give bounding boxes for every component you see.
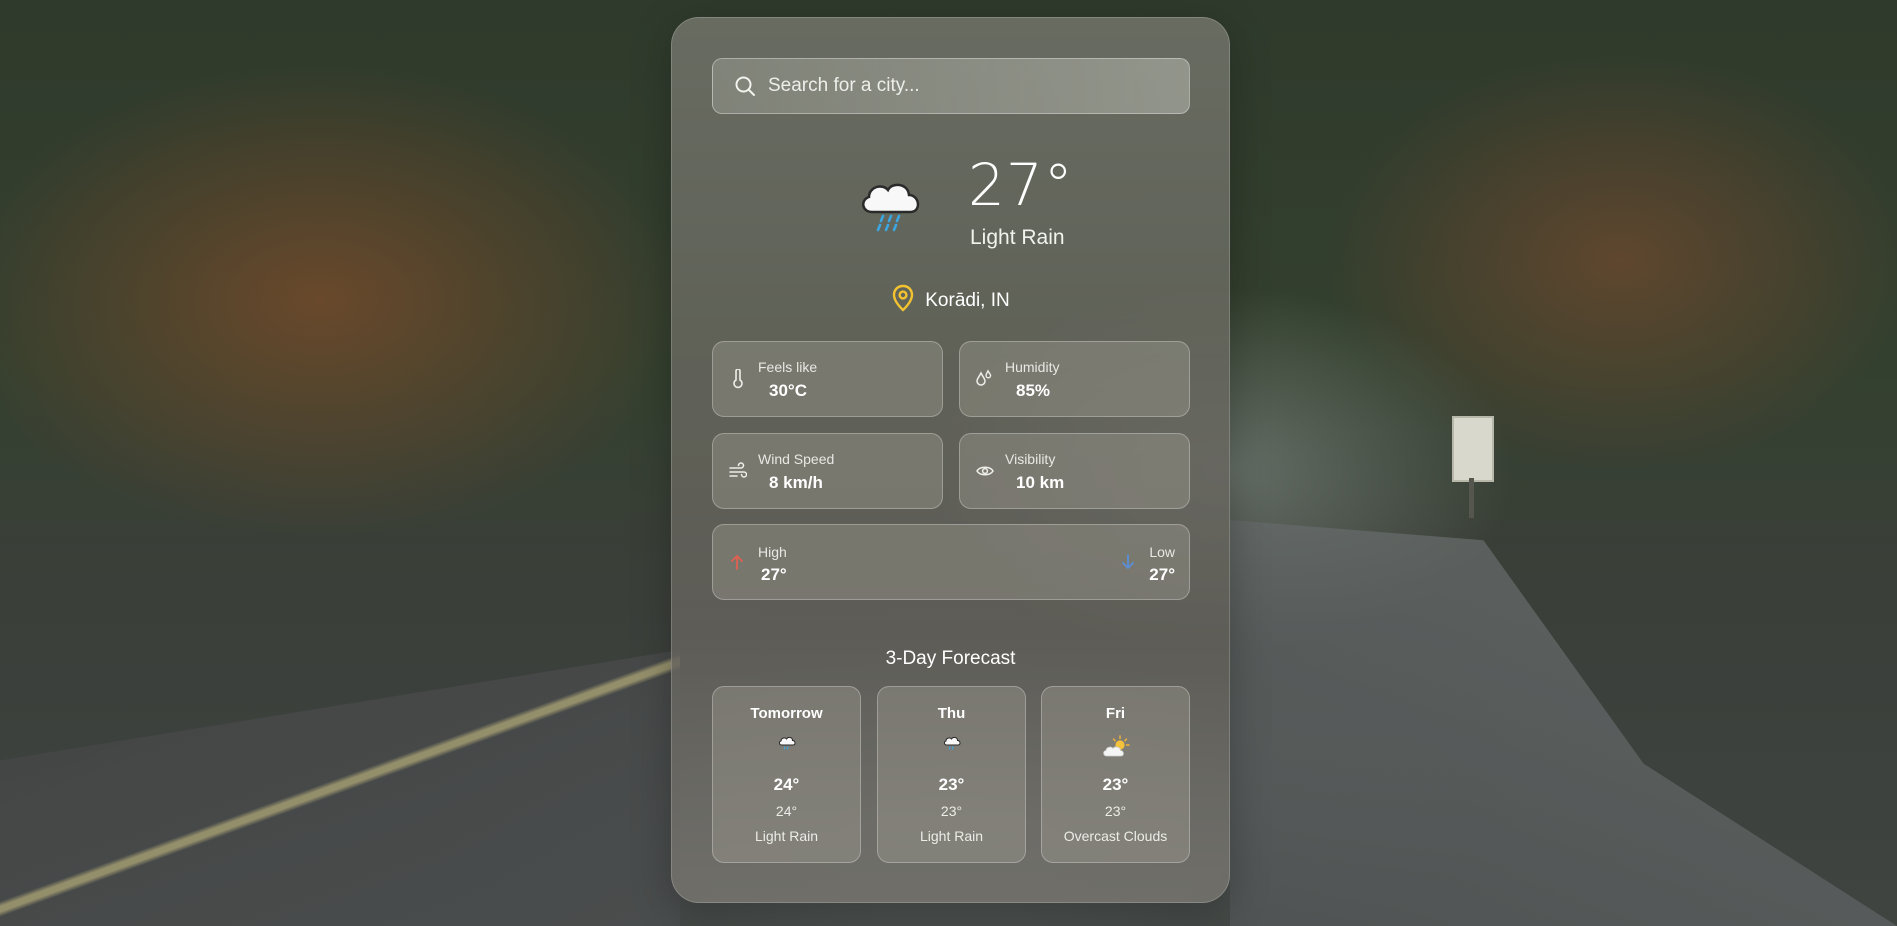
wind-speed-label: Wind Speed [758,451,835,467]
eye-icon [976,461,994,481]
search-input[interactable] [756,58,1189,114]
forecast-description: Overcast Clouds [1063,828,1168,844]
arrow-down-icon [1120,553,1136,571]
forecast-low: 24° [775,803,798,819]
search-icon [734,75,756,97]
background-sign [1452,416,1494,482]
visibility-tile: Visibility 10 km [959,433,1190,509]
location: Korādi, IN [672,284,1229,318]
sun-cloud-icon [1042,735,1189,757]
forecast-description: Light Rain [919,828,984,844]
location-pin-icon [891,284,915,318]
high-low-tile: High 27° Low 27° [712,524,1190,600]
humidity-value: 85% [1016,381,1051,400]
forecast-low: 23° [1104,803,1127,819]
droplets-icon [976,369,994,389]
wind-icon [729,461,748,481]
forecast-high: 23° [938,775,965,794]
wind-speed-tile: Wind Speed 8 km/h [712,433,943,509]
wind-speed-value: 8 km/h [769,473,823,492]
visibility-value: 10 km [1016,473,1065,492]
rain-cloud-icon [856,178,926,238]
location-name: Korādi, IN [925,290,1010,311]
forecast-day-name: Fri [1105,705,1126,722]
rain-cloud-icon [713,735,860,757]
thermometer-icon [729,368,747,389]
high-label: High [758,544,787,560]
rain-cloud-icon [878,735,1025,757]
forecast-day-card: Fri 23° 23° Overcast Clouds [1041,686,1190,863]
forecast-high: 24° [773,775,800,794]
forecast-description: Light Rain [754,828,819,844]
search-bar[interactable] [712,58,1190,114]
feels-like-tile: Feels like 30°C [712,341,943,417]
forecast-low: 23° [940,803,963,819]
forecast-high: 23° [1102,775,1129,794]
low-label: Low [1149,544,1175,560]
feels-like-label: Feels like [758,359,818,375]
forecast-day-name: Thu [937,705,966,722]
current-temperature: 27° [968,151,1074,219]
forecast-day-card: Thu 23° 23° Light Rain [877,686,1026,863]
humidity-tile: Humidity 85% [959,341,1190,417]
forecast-day-card: Tomorrow 24° 24° Light Rain [712,686,861,863]
visibility-label: Visibility [1005,451,1056,467]
weather-card: 27° Light Rain Korādi, IN Feels like 30°… [671,17,1230,903]
arrow-up-icon [729,553,745,571]
background-sign-post [1469,478,1474,518]
forecast-day-name: Tomorrow [750,705,823,722]
feels-like-value: 30°C [769,381,807,400]
forecast-title: 3-Day Forecast [885,648,1016,669]
high-value: 27° [761,565,787,584]
current-condition: Light Rain [970,226,1065,249]
low-value: 27° [1149,565,1175,584]
humidity-label: Humidity [1005,359,1060,375]
